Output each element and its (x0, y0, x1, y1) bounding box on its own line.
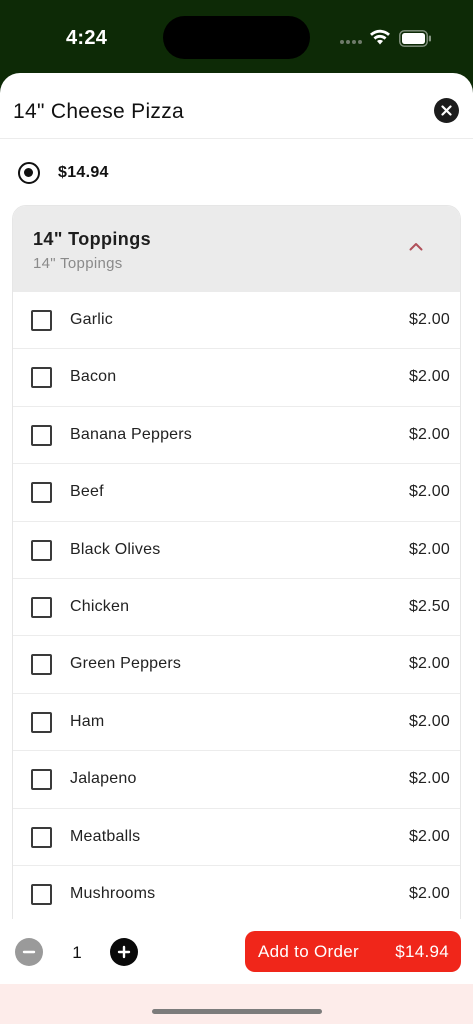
toppings-group: 14" Toppings 14" Toppings Garlic $2.00 B… (12, 205, 461, 1005)
radio-selected-dot (24, 168, 33, 177)
topping-name: Black Olives (70, 540, 161, 558)
topping-checkbox[interactable] (31, 711, 52, 733)
toppings-group-title: 14" Toppings (33, 229, 152, 249)
order-total: $14.94 (395, 942, 449, 961)
topping-price: $2.00 (408, 655, 450, 673)
topping-name: Meatballs (70, 827, 141, 845)
topping-price: $2.00 (408, 425, 450, 443)
home-indicator-area (0, 984, 473, 1024)
topping-row[interactable]: Beef $2.00 (13, 464, 460, 522)
topping-price: $2.00 (408, 712, 450, 730)
item-sheet: 14" Cheese Pizza $14.94 14" Toppings 14"… (0, 73, 473, 1024)
topping-list: Garlic $2.00 Bacon $2.00 Banana Peppers … (13, 292, 460, 924)
size-option[interactable]: $14.94 (0, 152, 473, 194)
status-bar: 4:24 (0, 0, 473, 74)
topping-row[interactable]: Meatballs $2.00 (13, 809, 460, 866)
topping-row[interactable]: Green Peppers $2.00 (13, 636, 460, 694)
toppings-group-header[interactable]: 14" Toppings 14" Toppings (13, 206, 460, 292)
minus-icon (22, 950, 36, 954)
topping-row[interactable]: Chicken $2.50 (13, 579, 460, 637)
toppings-group-subtitle: 14" Toppings (33, 255, 123, 272)
topping-name: Jalapeno (70, 770, 137, 788)
sheet-header: 14" Cheese Pizza (0, 73, 473, 139)
topping-price: $2.00 (408, 311, 450, 328)
add-to-order-label: Add to Order (258, 942, 359, 961)
order-footer: 1 Add to Order $14.94 (0, 919, 473, 984)
topping-row[interactable]: Ham $2.00 (13, 694, 460, 752)
topping-price: $2.00 (408, 368, 450, 386)
item-title: 14" Cheese Pizza (13, 100, 185, 123)
close-button[interactable] (434, 98, 459, 123)
topping-checkbox[interactable] (31, 769, 52, 791)
topping-name: Ham (70, 712, 105, 730)
topping-row[interactable]: Bacon $2.00 (13, 349, 460, 407)
topping-checkbox[interactable] (31, 826, 52, 848)
topping-row[interactable]: Mushrooms $2.00 (13, 866, 460, 924)
wifi-icon (370, 29, 390, 45)
size-radio[interactable] (18, 162, 40, 184)
topping-name: Bacon (70, 368, 117, 386)
topping-price: $2.00 (408, 827, 450, 845)
topping-name: Banana Peppers (70, 425, 193, 443)
topping-row[interactable]: Jalapeno $2.00 (13, 751, 460, 809)
topping-name: Beef (70, 483, 104, 501)
topping-checkbox[interactable] (31, 654, 52, 676)
topping-price: $2.50 (408, 597, 450, 615)
topping-name: Chicken (70, 597, 130, 615)
increase-quantity-button[interactable] (110, 938, 138, 966)
topping-name: Garlic (70, 311, 113, 328)
topping-price: $2.00 (408, 770, 450, 788)
quantity-value: 1 (72, 943, 82, 962)
topping-price: $2.00 (408, 884, 450, 902)
topping-row[interactable]: Garlic $2.00 (13, 292, 460, 350)
add-to-order-button[interactable]: Add to Order $14.94 (245, 931, 461, 972)
status-time: 4:24 (66, 27, 108, 49)
topping-row[interactable]: Black Olives $2.00 (13, 522, 460, 579)
decrease-quantity-button[interactable] (15, 938, 43, 966)
topping-checkbox[interactable] (31, 310, 52, 331)
topping-checkbox[interactable] (31, 367, 52, 389)
chevron-up-icon[interactable] (409, 242, 423, 251)
size-price: $14.94 (58, 164, 109, 181)
topping-name: Green Peppers (70, 655, 182, 673)
topping-checkbox[interactable] (31, 883, 52, 905)
home-indicator[interactable] (152, 1009, 322, 1014)
topping-name: Mushrooms (70, 884, 156, 902)
dynamic-island (163, 16, 310, 59)
topping-checkbox[interactable] (31, 482, 52, 504)
topping-price: $2.00 (408, 483, 450, 501)
battery-icon (399, 30, 431, 47)
topping-checkbox[interactable] (31, 424, 52, 446)
topping-row[interactable]: Banana Peppers $2.00 (13, 407, 460, 465)
topping-checkbox[interactable] (31, 539, 52, 561)
plus-icon (117, 945, 131, 959)
cellular-signal-icon (340, 40, 362, 44)
close-icon (441, 105, 452, 116)
topping-checkbox[interactable] (31, 596, 52, 618)
topping-price: $2.00 (408, 540, 450, 558)
